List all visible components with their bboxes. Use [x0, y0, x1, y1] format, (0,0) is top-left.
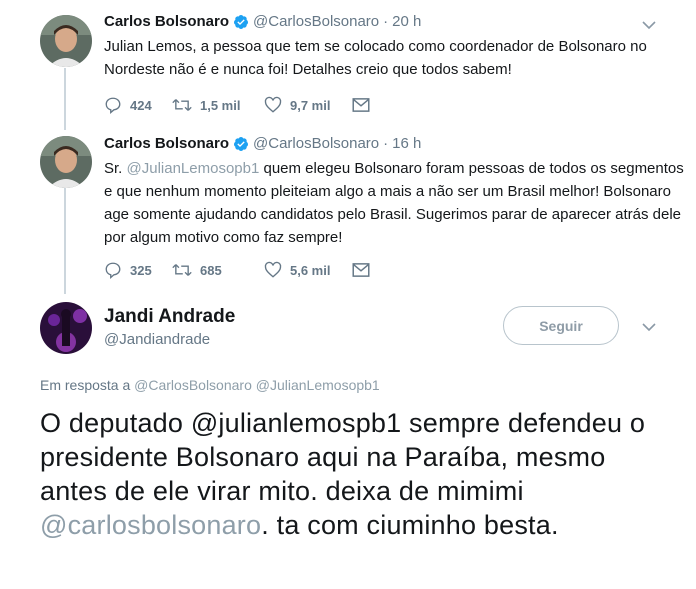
reply-context: Em resposta a @CarlosBolsonaro @JulianLe…	[40, 377, 380, 393]
retweet-button[interactable]: 685	[172, 261, 264, 279]
reply-icon	[105, 262, 121, 279]
tweet-2[interactable]: Carlos Bolsonaro @CarlosBolsonaro · 16 h…	[0, 130, 696, 295]
message-button[interactable]	[352, 97, 370, 113]
retweet-count: 1,5 mil	[200, 97, 241, 113]
reply-count: 325	[130, 262, 152, 278]
like-count: 5,6 mil	[290, 262, 331, 278]
chevron-down-icon[interactable]	[641, 17, 657, 33]
retweet-icon	[172, 264, 192, 276]
retweet-count: 685	[200, 262, 222, 278]
like-icon	[264, 261, 282, 278]
retweet-button[interactable]: 1,5 mil	[172, 96, 264, 114]
reply-count: 424	[130, 97, 152, 113]
text-prefix: Sr.	[104, 160, 127, 177]
reply-prefix: Em resposta a	[40, 377, 135, 393]
like-button[interactable]: 5,6 mil	[264, 261, 352, 279]
reply-button[interactable]: 424	[104, 96, 172, 114]
retweet-icon	[172, 99, 192, 111]
timestamp[interactable]: 20 h	[392, 13, 421, 30]
author-handle[interactable]: @CarlosBolsonaro	[253, 135, 379, 152]
author-handle[interactable]: @Jandiandrade	[104, 331, 210, 348]
author-handle[interactable]: @CarlosBolsonaro	[253, 13, 379, 30]
follow-button[interactable]: Seguir	[503, 306, 619, 345]
reply-mention-link[interactable]: @CarlosBolsonaro	[134, 377, 252, 393]
reply-mention-link[interactable]: @JulianLemosopb1	[256, 377, 380, 393]
like-count: 9,7 mil	[290, 97, 331, 113]
chevron-down-icon[interactable]	[641, 319, 657, 335]
message-icon	[352, 98, 370, 112]
separator-dot: ·	[383, 135, 389, 152]
text-body: O deputado @julianlemospb1 sempre defend…	[40, 408, 646, 506]
main-tweet-text: O deputado @julianlemospb1 sempre defend…	[40, 406, 680, 542]
tweet-text: Julian Lemos, a pessoa que tem se coloca…	[104, 38, 647, 78]
tweet-1[interactable]: Carlos Bolsonaro @CarlosBolsonaro · 20 h…	[0, 0, 696, 130]
author-name[interactable]: Carlos Bolsonaro	[104, 135, 229, 152]
timestamp[interactable]: 16 h	[392, 135, 421, 152]
like-button[interactable]: 9,7 mil	[264, 96, 352, 114]
avatar[interactable]	[40, 15, 92, 67]
mention-link[interactable]: @carlosbolsonaro	[40, 510, 261, 540]
verified-badge-icon	[234, 14, 249, 29]
text-body: . ta com ciuminho besta.	[261, 510, 559, 540]
separator-dot: ·	[383, 13, 389, 30]
message-icon	[352, 263, 370, 277]
verified-badge-icon	[234, 136, 249, 151]
mention-link[interactable]: @JulianLemosopb1	[127, 160, 260, 177]
reply-icon	[105, 97, 121, 114]
author-name[interactable]: Carlos Bolsonaro	[104, 13, 229, 30]
avatar[interactable]	[40, 302, 92, 354]
tweet-text: Sr. @JulianLemosopb1 quem elegeu Bolsona…	[104, 157, 684, 249]
reply-button[interactable]: 325	[104, 261, 172, 279]
author-name[interactable]: Jandi Andrade	[104, 306, 235, 328]
avatar[interactable]	[40, 136, 92, 188]
like-icon	[264, 96, 282, 113]
message-button[interactable]	[352, 262, 370, 278]
